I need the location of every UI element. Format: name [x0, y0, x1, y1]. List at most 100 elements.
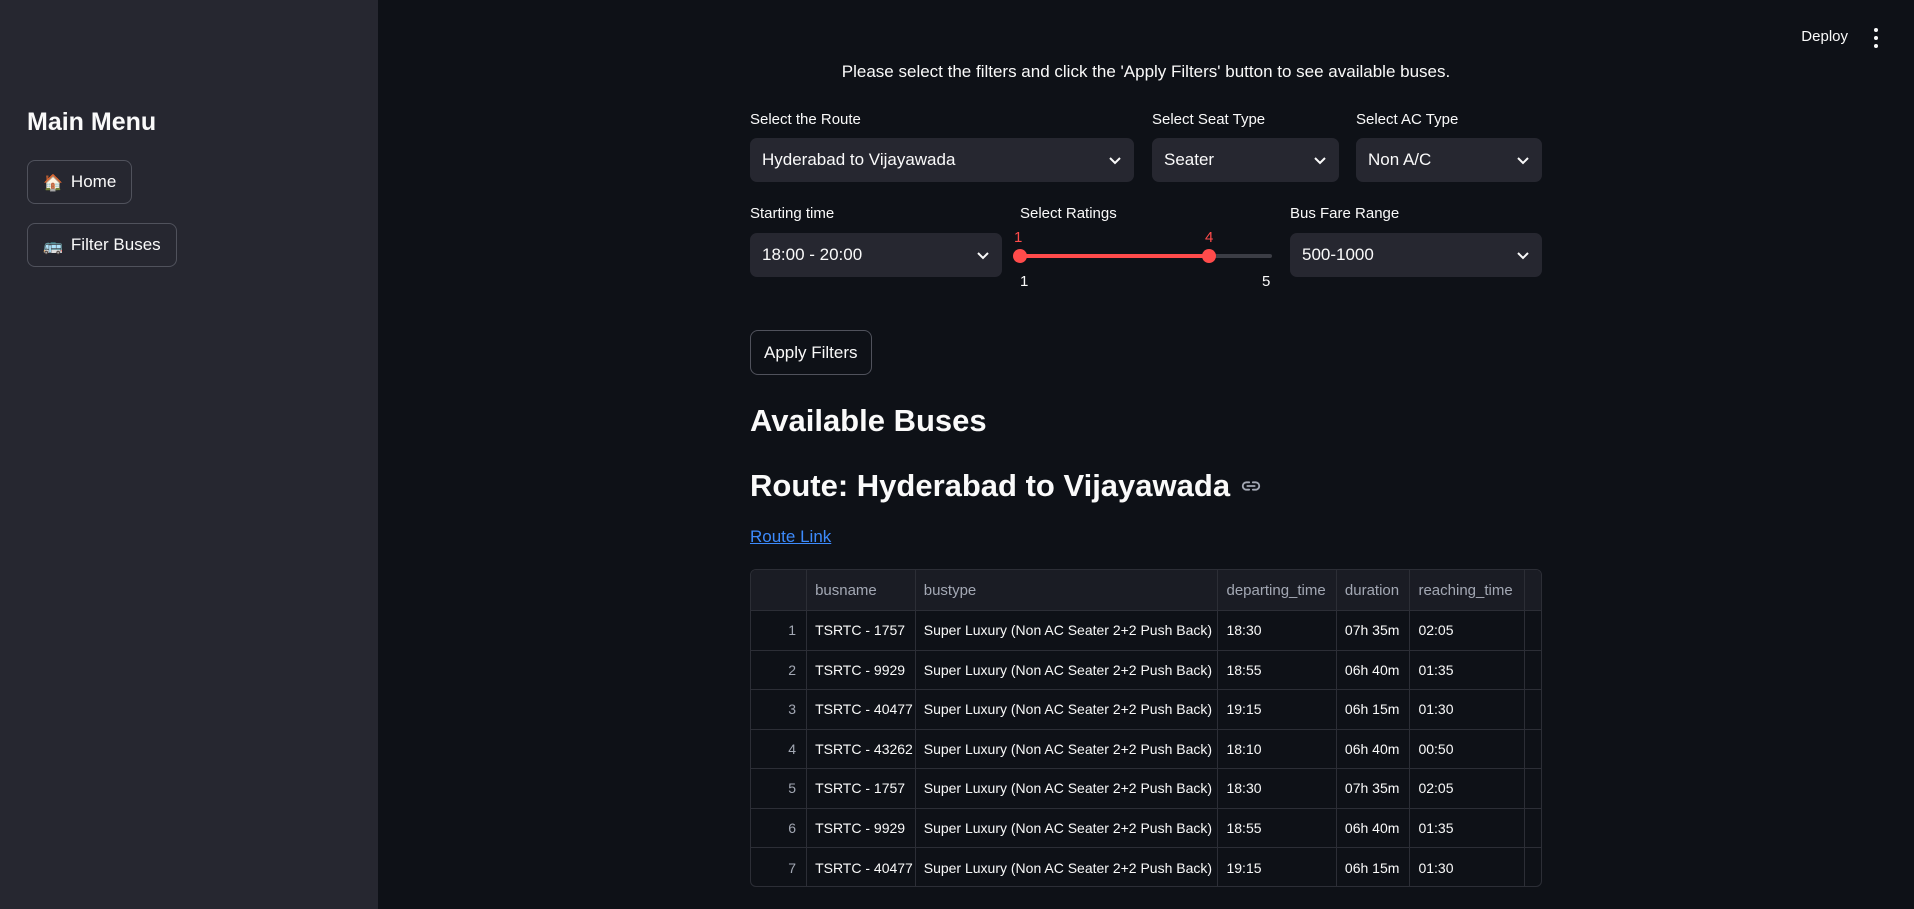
- intro-text: Please select the filters and click the …: [841, 62, 1451, 81]
- bustype-cell[interactable]: Super Luxury (Non AC Seater 2+2 Push Bac…: [916, 808, 1219, 847]
- apply-filters-button[interactable]: Apply Filters: [750, 330, 872, 375]
- departing-time-cell[interactable]: 18:55: [1218, 808, 1337, 847]
- reaching-time-cell[interactable]: 00:50: [1410, 729, 1525, 768]
- available-buses-heading: Available Buses: [750, 403, 987, 438]
- table-row[interactable]: 4 TSRTC - 43262 Super Luxury (Non AC Seate…: [751, 729, 1541, 769]
- bustype-cell[interactable]: Super Luxury (Non AC Seater 2+2 Push Bac…: [916, 690, 1219, 729]
- reaching-time-cell[interactable]: 01:35: [1410, 808, 1525, 847]
- column-header[interactable]: departing_time: [1218, 570, 1337, 610]
- route-heading-text: Route: Hyderabad to Vijayawada: [750, 468, 1231, 503]
- departing-time-cell[interactable]: 19:15: [1218, 848, 1337, 886]
- bustype-cell[interactable]: Super Luxury (Non AC Seater 2+2 Push Bac…: [916, 729, 1219, 768]
- overflow-cell: [1525, 690, 1541, 729]
- overflow-cell: [1525, 730, 1541, 769]
- departing-time-cell[interactable]: 18:30: [1218, 769, 1337, 808]
- bus-table[interactable]: busname bustype departing_time duration …: [750, 569, 1542, 887]
- ratings-slider-high-thumb[interactable]: [1202, 249, 1216, 263]
- departing-time-cell[interactable]: 19:15: [1218, 690, 1337, 729]
- table-row[interactable]: 3 TSRTC - 40477 Super Luxury (Non AC Seate…: [751, 690, 1541, 730]
- overflow-cell: [1525, 769, 1541, 808]
- table-row[interactable]: 5 TSRTC - 1757 Super Luxury (Non AC Seater…: [751, 769, 1541, 809]
- fare-select-value: 500-1000: [1302, 245, 1374, 264]
- fare-select[interactable]: 500-1000: [1290, 233, 1542, 277]
- ratings-min-tick: 1: [1020, 273, 1029, 290]
- reaching-time-cell[interactable]: 02:05: [1410, 769, 1525, 808]
- bustype-cell[interactable]: Super Luxury (Non AC Seater 2+2 Push Bac…: [916, 769, 1219, 808]
- departing-time-cell[interactable]: 18:30: [1218, 611, 1337, 650]
- starting-time-select[interactable]: 18:00 - 20:00: [750, 233, 1002, 277]
- route-select-value: Hyderabad to Vijayawada: [762, 150, 956, 169]
- row-index[interactable]: 5: [751, 769, 808, 808]
- chevron-down-icon: [1517, 157, 1529, 165]
- busname-cell[interactable]: TSRTC - 9929: [807, 808, 916, 847]
- reaching-time-cell[interactable]: 01:35: [1410, 650, 1525, 689]
- duration-cell[interactable]: 07h 35m: [1337, 769, 1411, 808]
- column-header[interactable]: busname: [807, 570, 916, 610]
- duration-cell[interactable]: 06h 15m: [1337, 848, 1411, 886]
- filter-buses-button[interactable]: 🚌 Filter Buses: [27, 223, 177, 267]
- duration-cell[interactable]: 06h 40m: [1337, 808, 1411, 847]
- column-header-overflow: [1525, 570, 1541, 610]
- table-row[interactable]: 7 TSRTC - 40477 Super Luxury (Non AC Seate…: [751, 848, 1541, 886]
- row-index[interactable]: 2: [751, 650, 808, 689]
- table-body: 1 TSRTC - 1757 Super Luxury (Non AC Seater…: [751, 611, 1541, 886]
- bustype-cell[interactable]: Super Luxury (Non AC Seater 2+2 Push Bac…: [916, 650, 1219, 689]
- busname-cell[interactable]: TSRTC - 43262: [807, 729, 916, 768]
- house-icon: 🏠: [43, 172, 63, 192]
- bustype-cell[interactable]: Super Luxury (Non AC Seater 2+2 Push Bac…: [916, 611, 1219, 650]
- ac-type-select[interactable]: Non A/C: [1356, 138, 1542, 182]
- deploy-button[interactable]: Deploy: [1801, 28, 1848, 45]
- column-header[interactable]: bustype: [915, 570, 1219, 610]
- seat-type-select[interactable]: Seater: [1152, 138, 1339, 182]
- column-header[interactable]: reaching_time: [1410, 570, 1525, 610]
- seat-type-label: Select Seat Type: [1152, 111, 1266, 128]
- duration-cell[interactable]: 07h 35m: [1337, 611, 1411, 650]
- overflow-cell: [1525, 611, 1541, 650]
- route-heading: Route: Hyderabad to Vijayawada: [750, 468, 1262, 504]
- busname-cell[interactable]: TSRTC - 1757: [807, 611, 916, 650]
- ac-type-select-value: Non A/C: [1368, 150, 1432, 169]
- duration-cell[interactable]: 06h 40m: [1337, 729, 1411, 768]
- busname-cell[interactable]: TSRTC - 1757: [807, 769, 916, 808]
- table-row[interactable]: 1 TSRTC - 1757 Super Luxury (Non AC Seater…: [751, 611, 1541, 651]
- overflow-cell: [1525, 651, 1541, 690]
- ratings-slider-low-thumb[interactable]: [1013, 249, 1027, 263]
- reaching-time-cell[interactable]: 01:30: [1410, 690, 1525, 729]
- bustype-cell[interactable]: Super Luxury (Non AC Seater 2+2 Push Bac…: [916, 848, 1219, 886]
- chevron-down-icon: [1109, 157, 1121, 165]
- busname-cell[interactable]: TSRTC - 40477: [807, 690, 916, 729]
- seat-type-select-value: Seater: [1164, 150, 1215, 169]
- row-index[interactable]: 1: [751, 611, 808, 650]
- chevron-down-icon: [1314, 157, 1326, 165]
- bus-icon: 🚌: [43, 235, 63, 255]
- ratings-max-tick: 5: [1262, 273, 1271, 290]
- home-button-label: Home: [70, 172, 117, 191]
- ac-type-label: Select AC Type: [1356, 111, 1459, 128]
- fare-label: Bus Fare Range: [1290, 205, 1400, 222]
- route-select[interactable]: Hyderabad to Vijayawada: [750, 138, 1134, 182]
- column-header[interactable]: duration: [1336, 570, 1411, 610]
- table-header-row: busname bustype departing_time duration …: [751, 570, 1541, 611]
- row-index[interactable]: 4: [751, 729, 808, 768]
- reaching-time-cell[interactable]: 01:30: [1410, 848, 1525, 886]
- ratings-low-value: 1: [1014, 229, 1023, 246]
- row-index[interactable]: 3: [751, 690, 808, 729]
- sidebar-title: Main Menu: [27, 108, 157, 136]
- home-button[interactable]: 🏠 Home: [27, 160, 133, 204]
- busname-cell[interactable]: TSRTC - 40477: [807, 848, 916, 886]
- departing-time-cell[interactable]: 18:55: [1218, 650, 1337, 689]
- ratings-label: Select Ratings: [1020, 205, 1117, 222]
- chevron-down-icon: [1517, 252, 1529, 260]
- busname-cell[interactable]: TSRTC - 9929: [807, 650, 916, 689]
- table-row[interactable]: 6 TSRTC - 9929 Super Luxury (Non AC Seater…: [751, 808, 1541, 848]
- departing-time-cell[interactable]: 18:10: [1218, 729, 1337, 768]
- link-icon[interactable]: [1240, 475, 1262, 497]
- reaching-time-cell[interactable]: 02:05: [1410, 611, 1525, 650]
- duration-cell[interactable]: 06h 40m: [1337, 650, 1411, 689]
- row-index[interactable]: 7: [751, 848, 808, 886]
- more-menu-icon[interactable]: [1872, 28, 1880, 48]
- route-link[interactable]: Route Link: [750, 527, 831, 547]
- duration-cell[interactable]: 06h 15m: [1337, 690, 1411, 729]
- row-index[interactable]: 6: [751, 808, 808, 847]
- table-row[interactable]: 2 TSRTC - 9929 Super Luxury (Non AC Seater…: [751, 650, 1541, 690]
